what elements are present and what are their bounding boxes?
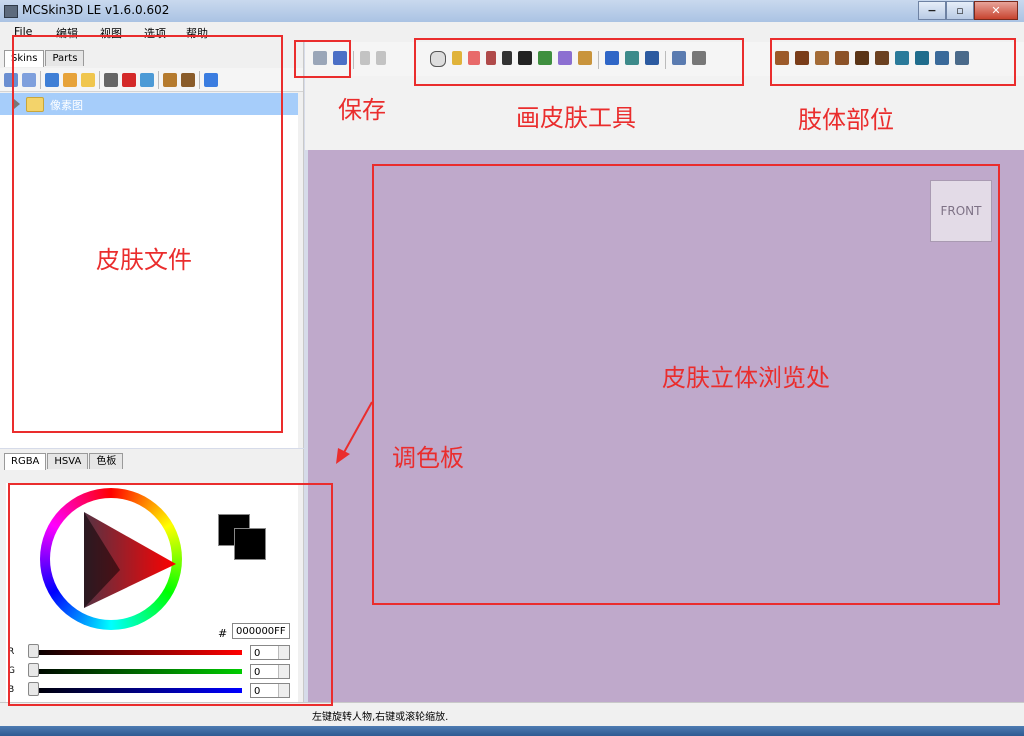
minimize-button[interactable]: − [918, 1, 946, 20]
app-icon [4, 5, 18, 18]
tab-hsva[interactable]: HSVA [47, 453, 89, 469]
files-annotation-box [12, 35, 283, 433]
color-tabs: RGBA HSVA 色板 [4, 453, 124, 470]
window-title: MCSkin3D LE v1.6.0.602 [22, 3, 170, 17]
maximize-button[interactable]: ▫ [946, 1, 974, 20]
tab-swatches[interactable]: 色板 [89, 453, 124, 469]
save-annotation-label: 保存 [338, 96, 386, 124]
status-text: 左键旋转人物,右键或滚轮缩放. [312, 712, 449, 723]
palette-annotation-box [8, 483, 333, 706]
files-annotation-label: 皮肤文件 [96, 246, 192, 274]
options-area [305, 76, 1024, 150]
preview-annotation-label: 皮肤立体浏览处 [662, 364, 830, 392]
tools-annotation-label: 画皮肤工具 [516, 104, 636, 132]
undo-icon[interactable] [360, 51, 370, 65]
palette-annotation-label: 调色板 [392, 444, 464, 472]
close-button[interactable]: ✕ [974, 1, 1018, 20]
toolbar-separator [353, 51, 354, 69]
tools-annotation-box [414, 38, 744, 86]
title-bar: MCSkin3D LE v1.6.0.602 − ▫ ✕ [0, 0, 1024, 23]
parts-annotation-label: 肢体部位 [798, 106, 894, 134]
taskbar [0, 726, 1024, 736]
parts-annotation-box [770, 38, 1016, 86]
tab-rgba[interactable]: RGBA [4, 453, 47, 470]
redo-icon[interactable] [376, 51, 386, 65]
window-controls: − ▫ ✕ [918, 1, 1018, 20]
save-annotation-box [294, 40, 351, 78]
arrow-icon [336, 401, 373, 464]
